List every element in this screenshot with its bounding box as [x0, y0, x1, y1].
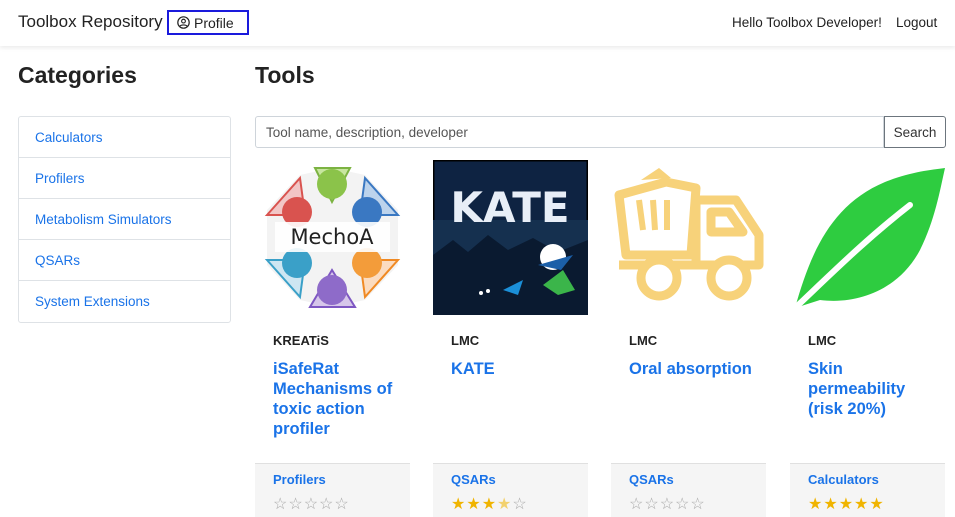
- tool-developer: KREATiS: [273, 333, 329, 348]
- tool-card-footer: Calculators ★★★★★: [790, 463, 945, 517]
- brand-link[interactable]: Toolbox Repository: [18, 12, 163, 32]
- category-list: Calculators Profilers Metabolism Simulat…: [18, 116, 231, 323]
- star-full-icon: ★: [466, 496, 482, 513]
- category-item-calculators[interactable]: Calculators: [19, 117, 230, 158]
- category-item-profilers[interactable]: Profilers: [19, 158, 230, 199]
- star-empty-icon: ☆: [629, 496, 645, 513]
- star-full-icon: ★: [451, 496, 467, 513]
- tool-title-link[interactable]: Oral absorption: [629, 359, 759, 379]
- star-empty-icon: ☆: [334, 496, 350, 513]
- star-empty-icon: ☆: [288, 496, 304, 513]
- tool-card[interactable]: LMC Oral absorption QSARs ☆☆☆☆☆: [611, 160, 766, 517]
- star-empty-icon: ☆: [512, 496, 528, 513]
- search-button[interactable]: Search: [884, 116, 946, 148]
- star-full-icon: ★: [823, 496, 839, 513]
- search-input[interactable]: [255, 116, 884, 148]
- star-full-icon: ★: [481, 496, 498, 513]
- category-item-system-extensions[interactable]: System Extensions: [19, 281, 230, 322]
- tool-category-link[interactable]: Calculators: [808, 472, 879, 487]
- tool-title-link[interactable]: Skin permeability (risk 20%): [808, 359, 938, 419]
- category-item-metabolism-simulators[interactable]: Metabolism Simulators: [19, 199, 230, 240]
- tool-card-footer: QSARs ★★★★☆: [433, 463, 588, 517]
- tool-image-leaf[interactable]: [790, 160, 945, 315]
- logout-link[interactable]: Logout: [896, 15, 937, 30]
- star-rating: ☆☆☆☆☆: [273, 494, 350, 514]
- mechoa-logo-text: MechoA: [290, 225, 374, 249]
- user-circle-icon: [177, 16, 190, 29]
- star-empty-icon: ☆: [644, 496, 660, 513]
- tool-category-link[interactable]: Profilers: [273, 472, 326, 487]
- star-half-icon: ★: [497, 496, 513, 513]
- tool-developer: LMC: [629, 333, 658, 348]
- star-full-icon: ★: [854, 496, 870, 513]
- tool-image-truck[interactable]: [611, 160, 766, 315]
- profile-label: Profile: [194, 14, 234, 31]
- star-empty-icon: ☆: [690, 496, 706, 513]
- tool-title-link[interactable]: iSafeRat Mechanisms of toxic action prof…: [273, 359, 403, 439]
- tool-title-link[interactable]: KATE: [451, 359, 581, 379]
- tool-card[interactable]: LMC Skin permeability (risk 20%) Calcula…: [790, 160, 945, 517]
- tool-card[interactable]: MechoA KREATiS iSafeRat Mechanisms of to…: [255, 160, 410, 517]
- star-full-icon: ★: [838, 496, 855, 513]
- search-bar: Search: [255, 116, 946, 148]
- tool-category-link[interactable]: QSARs: [629, 472, 674, 487]
- tool-card-footer: QSARs ☆☆☆☆☆: [611, 463, 766, 517]
- star-full-icon: ★: [869, 496, 885, 513]
- tools-heading: Tools: [255, 62, 315, 88]
- kate-logo-text: KATE: [450, 183, 569, 232]
- categories-heading: Categories: [18, 62, 137, 88]
- tool-card-footer: Profilers ☆☆☆☆☆: [255, 463, 410, 517]
- tool-developer: LMC: [451, 333, 480, 348]
- star-rating: ★★★★☆: [451, 494, 528, 514]
- star-empty-icon: ☆: [319, 496, 335, 513]
- tool-developer: LMC: [808, 333, 837, 348]
- tool-image-mechoa[interactable]: MechoA: [255, 160, 410, 315]
- star-rating: ★★★★★: [808, 494, 885, 514]
- star-empty-icon: ☆: [659, 496, 676, 513]
- tool-image-kate[interactable]: KATE: [433, 160, 588, 315]
- greeting-text: Hello Toolbox Developer!: [732, 15, 882, 30]
- tool-card[interactable]: KATE LMC KATE QSARs ★★★★☆: [433, 160, 588, 517]
- top-navbar: Toolbox Repository Profile Hello Toolbox…: [0, 0, 955, 46]
- category-item-qsars[interactable]: QSARs: [19, 240, 230, 281]
- tool-category-link[interactable]: QSARs: [451, 472, 496, 487]
- star-empty-icon: ☆: [273, 496, 289, 513]
- star-empty-icon: ☆: [303, 496, 320, 513]
- star-empty-icon: ☆: [675, 496, 691, 513]
- profile-link[interactable]: Profile: [167, 10, 249, 35]
- star-full-icon: ★: [808, 496, 824, 513]
- star-rating: ☆☆☆☆☆: [629, 494, 706, 514]
